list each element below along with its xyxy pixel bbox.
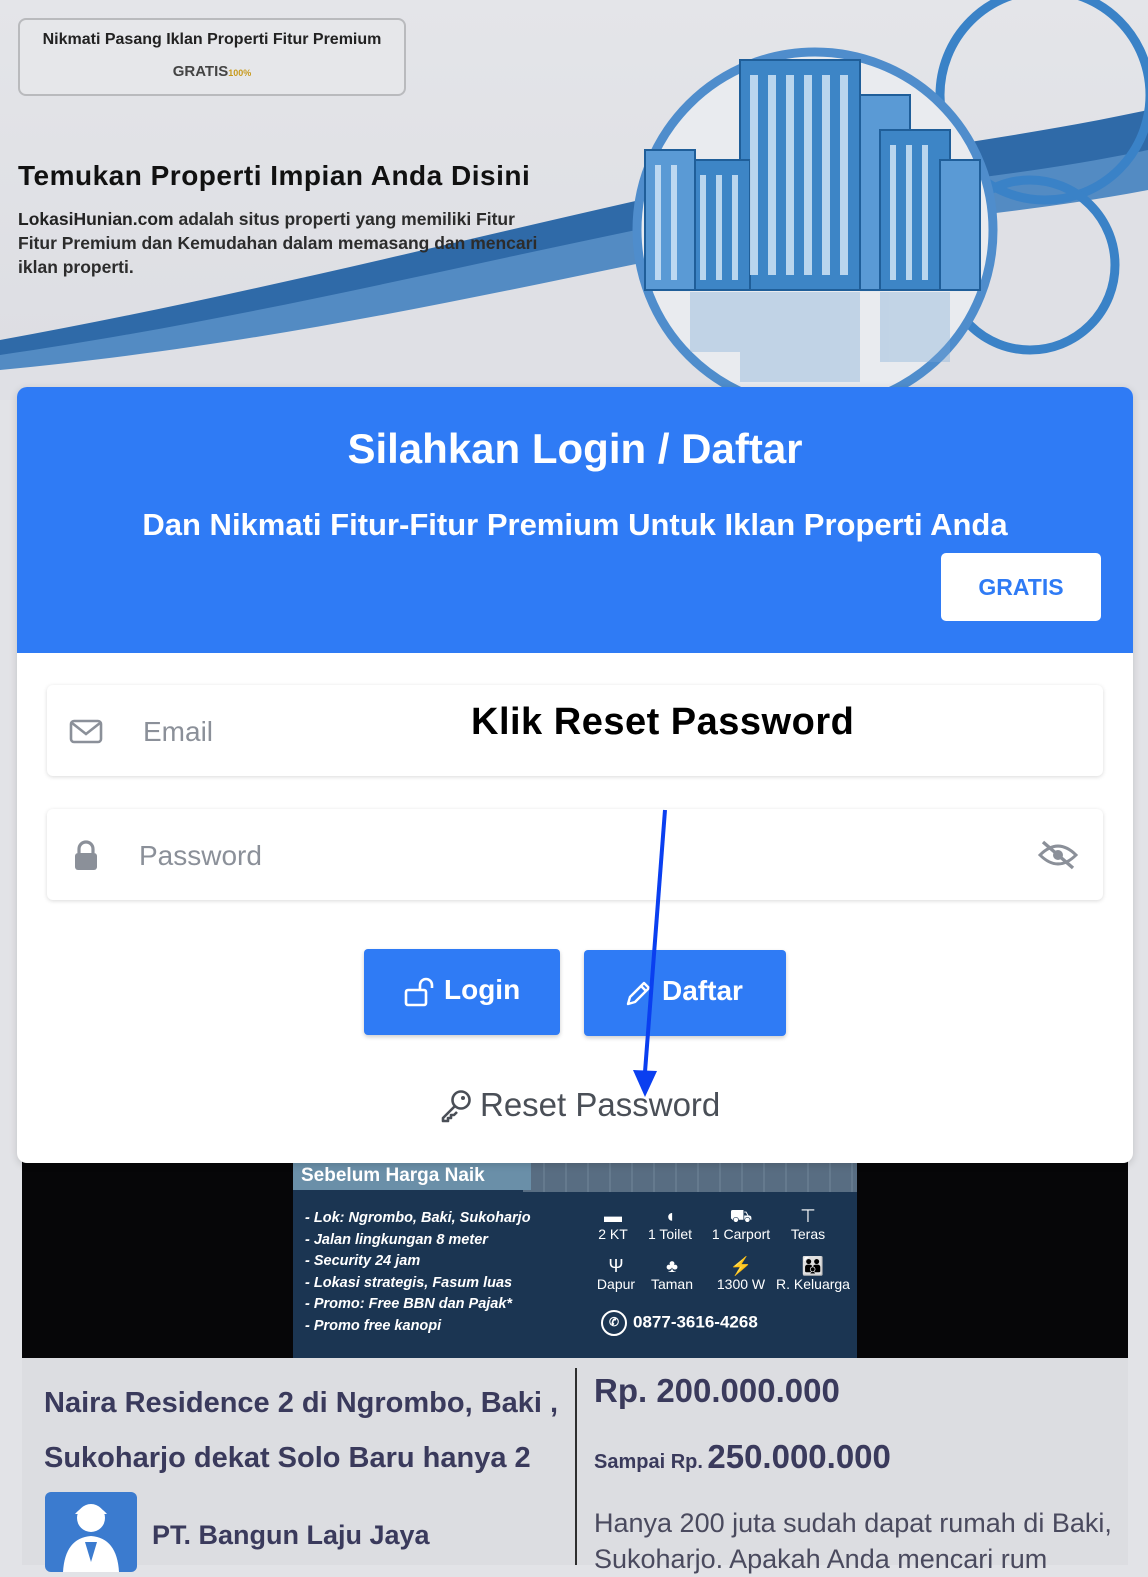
amenity-label: Taman (650, 1276, 694, 1292)
hero-banner: Nikmati Pasang Iklan Properti Fitur Prem… (0, 0, 1148, 400)
amenity-garden: ♣ Taman (637, 1256, 707, 1292)
amenity-label: 1300 W (716, 1276, 766, 1292)
daftar-button[interactable]: Daftar (584, 950, 786, 1036)
amenity-carport: ⛟ 1 Carport (706, 1206, 776, 1242)
login-title: Silahkan Login / Daftar (347, 425, 803, 472)
feature-item: - Promo: Free BBN dan Pajak* (305, 1296, 513, 1312)
agent-name[interactable]: PT. Bangun Laju Jaya (152, 1520, 430, 1551)
amenity-toilet: ◖ 1 Toilet (635, 1206, 705, 1242)
feature-list: - Lok: Ngrombo, Baki, Sukoharjo - Jalan … (305, 1208, 531, 1337)
listing-divider (575, 1368, 577, 1565)
promo-percent: 100% (228, 68, 252, 78)
amenity-family-room: 👪︎ R. Keluarga (763, 1256, 863, 1292)
feature-item: - Security 24 jam (305, 1253, 421, 1269)
pencil-icon (626, 981, 651, 1006)
car-icon: ⛟ (729, 1206, 753, 1226)
amenity-label: 1 Carport (711, 1226, 771, 1242)
eye-slash-icon[interactable] (1037, 839, 1079, 871)
annotation-text: Klik Reset Password (471, 701, 855, 743)
daftar-label: Daftar (662, 975, 743, 1006)
feature-item: - Promo free kanopi (305, 1317, 442, 1334)
email-input[interactable] (141, 685, 445, 778)
agent-avatar[interactable] (45, 1492, 137, 1572)
whatsapp-icon: ✆ (601, 1310, 627, 1336)
amenity-label: Dapur (596, 1276, 636, 1292)
price-to-value: 250.000.000 (707, 1438, 891, 1475)
listing-description: Hanya 200 juta sudah dapat rumah di Baki… (594, 1508, 1112, 1574)
amenity-label: R. Keluarga (776, 1276, 850, 1292)
feature-item: - Lokasi strategis, Fasum luas (305, 1274, 513, 1291)
login-label: Login (444, 974, 521, 1005)
table-icon: ⊤ (800, 1206, 816, 1226)
promo-text: Nikmati Pasang Iklan Properti Fitur Prem… (42, 31, 382, 48)
phone-number: 0877-3616-4268 (633, 1312, 758, 1332)
gratis-button[interactable]: GRATIS (941, 553, 1101, 621)
hero-title: Temukan Properti Impian Anda Disini (18, 160, 531, 191)
reset-password-label: Reset Password (480, 1086, 721, 1123)
login-button[interactable]: Login (364, 949, 560, 1035)
login-card-header: Silahkan Login / Daftar Dan Nikmati Fitu… (17, 387, 1133, 653)
family-icon: 👪︎ (801, 1256, 825, 1276)
unlock-icon (404, 977, 434, 1007)
worker-icon (63, 1504, 119, 1572)
promo-gratis-label: GRATIS (172, 63, 229, 80)
password-field[interactable] (47, 809, 1103, 902)
plant-icon: ♣ (666, 1256, 678, 1276)
brand-name: LokasiHunian.com (18, 209, 174, 229)
hero-description: LokasiHunian.com adalah situs properti y… (18, 207, 538, 279)
amenity-terrace: ⊤ Teras (773, 1206, 843, 1242)
lock-icon (75, 840, 97, 870)
listing-flyer: Sebelum Harga Naik - Lok: Ngrombo, Baki,… (293, 1150, 857, 1358)
toilet-icon: ◖ (664, 1206, 676, 1226)
amenity-label: Teras (790, 1226, 826, 1242)
feature-item: - Jalan lingkungan 8 meter (305, 1231, 488, 1248)
login-subtitle: Dan Nikmati Fitur-Fitur Premium Untuk Ik… (142, 507, 1008, 542)
price-from: Rp. 200.000.000 (594, 1372, 840, 1409)
flyer-heading: Sebelum Harga Naik (293, 1162, 531, 1190)
amenity-label: 2 KT (598, 1226, 628, 1242)
feature-item: - Lok: Ngrombo, Baki, Sukoharjo (305, 1210, 531, 1226)
envelope-icon (69, 719, 103, 744)
promo-box: Nikmati Pasang Iklan Properti Fitur Prem… (18, 18, 406, 96)
listing-title[interactable]: Naira Residence 2 di Ngrombo, Baki , Suk… (44, 1376, 574, 1486)
price-to-label: Sampai Rp. (594, 1451, 703, 1473)
price-to: Sampai Rp. 250.000.000 (594, 1438, 891, 1476)
amenity-label: 1 Toilet (647, 1226, 693, 1242)
promo-gratis: GRATIS100% (20, 63, 404, 80)
key-icon (441, 1090, 471, 1123)
listing-phone[interactable]: ✆ 0877-3616-4268 (601, 1310, 758, 1336)
login-card: Silahkan Login / Daftar Dan Nikmati Fitu… (17, 387, 1133, 1163)
password-input[interactable] (137, 809, 1001, 902)
